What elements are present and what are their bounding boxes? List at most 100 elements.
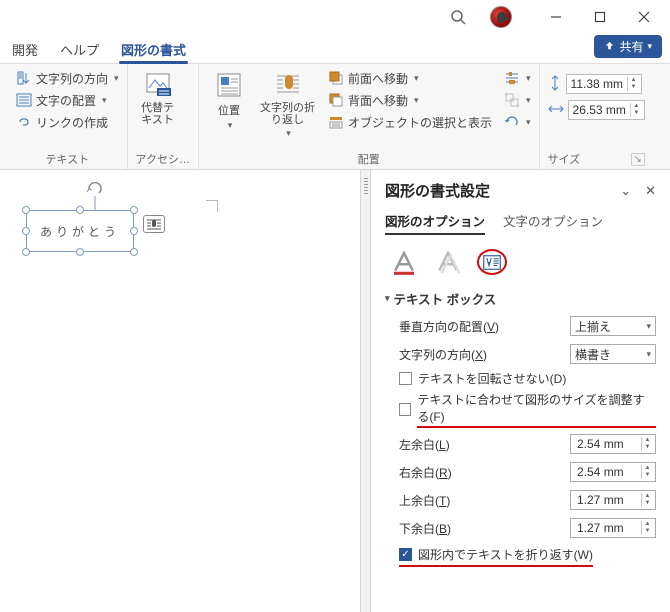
textbox-tab[interactable] [477, 249, 507, 275]
resize-handle-nw[interactable] [22, 206, 30, 214]
resize-handle-s[interactable] [76, 248, 84, 256]
width-spinner[interactable]: ▲▼ [630, 103, 642, 117]
chk-no-rotate[interactable] [399, 372, 412, 385]
rotate-button[interactable] [504, 112, 531, 132]
text-effects-tab[interactable] [433, 249, 463, 275]
link-icon [16, 114, 32, 130]
tab-shape-options[interactable]: 図形のオプション [385, 211, 485, 235]
pane-title: 図形の書式設定 [385, 180, 490, 201]
height-icon [548, 75, 562, 94]
close-button[interactable] [622, 2, 666, 32]
width-input[interactable]: 26.53 mm ▲▼ [568, 100, 645, 120]
bring-forward-button[interactable]: 前面へ移動 [328, 68, 492, 88]
wrap-text-button[interactable]: 文字列の折 り返し [257, 68, 318, 141]
valign-combo[interactable]: 上揃え▾ [570, 316, 656, 336]
pane-collapse-button[interactable]: ⌄ [620, 183, 631, 199]
margin-bottom-value: 1.27 mm [577, 521, 624, 535]
selection-pane-button[interactable]: オブジェクトの選択と表示 [328, 112, 492, 132]
text-align-button[interactable]: 文字の配置 [16, 90, 107, 110]
document-canvas[interactable]: ありがとう [0, 170, 360, 612]
layout-options-button[interactable] [143, 215, 165, 233]
ribbon-group-arrange: 位置 文字列の折 り返し 前面へ移動 背面へ移動 オブジェクトの選択と表示 [199, 64, 540, 169]
search-icon[interactable] [450, 9, 466, 25]
group-icon [504, 92, 520, 108]
text-fill-outline-tab[interactable] [389, 249, 419, 275]
minimize-button[interactable] [534, 2, 578, 32]
tab-help[interactable]: ヘルプ [58, 36, 101, 63]
rotate-icon [504, 114, 520, 130]
margin-top-label: 上余白 [399, 494, 435, 508]
send-backward-icon [328, 92, 344, 108]
position-label: 位置 [218, 102, 240, 118]
tab-text-options[interactable]: 文字のオプション [503, 211, 603, 235]
pane-option-tabs: 図形のオプション 文字のオプション [385, 207, 656, 237]
ribbon-tabs: 開発 ヘルプ 図形の書式 共有 ▾ [0, 34, 670, 64]
chk-autofit[interactable] [399, 403, 411, 416]
ribbon: 文字列の方向 文字の配置 リンクの作成 テキスト 代替テ キスト アクセシ… [0, 64, 670, 170]
resize-handle-n[interactable] [76, 206, 84, 214]
rotation-handle[interactable] [86, 182, 104, 213]
chk-wrap-text[interactable] [399, 548, 412, 561]
margin-bottom-label: 下余白 [399, 522, 435, 536]
pane-close-button[interactable]: ✕ [645, 183, 656, 199]
resize-handle-sw[interactable] [22, 248, 30, 256]
margin-right-input[interactable]: 2.54 mm▲▼ [570, 462, 656, 482]
resize-handle-w[interactable] [22, 227, 30, 235]
group-label-accessibility: アクセシ… [136, 151, 190, 167]
width-icon [548, 102, 564, 119]
page-corner-mark [206, 200, 218, 212]
user-avatar[interactable] [490, 6, 512, 28]
selection-pane-label: オブジェクトの選択と表示 [348, 114, 492, 131]
textdir-combo[interactable]: 横書き▾ [570, 344, 656, 364]
height-spinner[interactable]: ▲▼ [627, 77, 639, 91]
selection-pane-icon [328, 114, 344, 130]
shape-text[interactable]: ありがとう [40, 223, 120, 240]
group-button[interactable] [504, 90, 531, 110]
margin-top-value: 1.27 mm [577, 493, 624, 507]
tab-shape-format[interactable]: 図形の書式 [119, 36, 188, 63]
height-value: 11.38 mm [571, 77, 623, 91]
tab-dev[interactable]: 開発 [10, 36, 40, 63]
margin-left-value: 2.54 mm [577, 437, 624, 451]
format-shape-pane: 図形の書式設定 ⌄ ✕ 図形のオプション 文字のオプション テキスト ボックス … [370, 170, 670, 612]
resize-handle-se[interactable] [130, 248, 138, 256]
text-direction-icon [16, 70, 32, 86]
text-align-label: 文字の配置 [36, 92, 96, 109]
valign-value: 上揃え [575, 318, 611, 335]
size-dialog-launcher[interactable]: ↘ [631, 153, 645, 166]
margin-top-input[interactable]: 1.27 mm▲▼ [570, 490, 656, 510]
margin-left-input[interactable]: 2.54 mm▲▼ [570, 434, 656, 454]
wrap-text-icon [273, 70, 303, 100]
ribbon-group-text: 文字列の方向 文字の配置 リンクの作成 テキスト [8, 64, 128, 169]
margin-bottom-input[interactable]: 1.27 mm▲▼ [570, 518, 656, 538]
text-direction-button[interactable]: 文字列の方向 [16, 68, 119, 88]
group-label-text: テキスト [16, 151, 119, 167]
create-link-button[interactable]: リンクの作成 [16, 112, 108, 132]
height-input[interactable]: 11.38 mm ▲▼ [566, 74, 642, 94]
chk-wrap-text-label: 図形内でテキストを折り返す [418, 548, 574, 562]
alt-text-icon [143, 70, 173, 100]
text-align-icon [16, 92, 32, 108]
resize-handle-e[interactable] [130, 227, 138, 235]
position-button[interactable]: 位置 [207, 68, 251, 133]
maximize-button[interactable] [578, 2, 622, 32]
bring-forward-label: 前面へ移動 [348, 70, 408, 87]
pane-splitter[interactable] [360, 170, 370, 612]
margin-right-label: 右余白 [399, 466, 435, 480]
resize-handle-ne[interactable] [130, 206, 138, 214]
textdir-value: 横書き [575, 346, 611, 363]
margin-left-label: 左余白 [399, 438, 435, 452]
section-textbox[interactable]: テキスト ボックス [385, 281, 656, 312]
send-backward-button[interactable]: 背面へ移動 [328, 90, 492, 110]
selected-shape[interactable]: ありがとう [26, 210, 134, 252]
margin-right-value: 2.54 mm [577, 465, 624, 479]
align-button[interactable] [504, 68, 531, 88]
width-value: 26.53 mm [573, 103, 626, 117]
bring-forward-icon [328, 70, 344, 86]
textdir-label: 文字列の方向 [399, 348, 471, 362]
share-button[interactable]: 共有 ▾ [594, 35, 662, 58]
chk-no-rotate-label: テキストを回転させない [418, 372, 550, 386]
text-direction-label: 文字列の方向 [36, 70, 108, 87]
alt-text-button[interactable]: 代替テ キスト [136, 68, 180, 128]
send-backward-label: 背面へ移動 [348, 92, 408, 109]
